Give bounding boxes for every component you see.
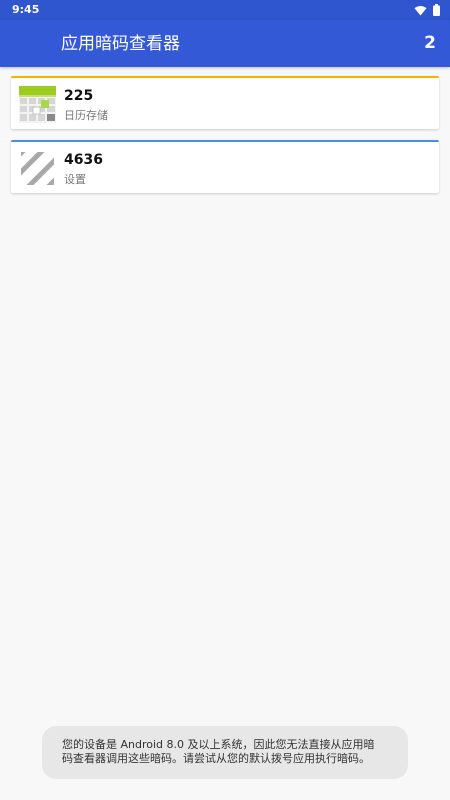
code-label: 设置 — [64, 173, 86, 186]
calendar-icon — [19, 86, 56, 123]
toast-message: 您的设备是 Android 8.0 及以上系统，因此您无法直接从应用暗 码查看器… — [42, 726, 408, 779]
status-icons — [414, 3, 440, 17]
code-card-calendar[interactable]: 225 日历存储 — [11, 76, 439, 129]
code-number: 4636 — [64, 152, 103, 168]
status-bar: 9:45 — [0, 0, 450, 20]
status-time: 9:45 — [12, 3, 40, 16]
wifi-icon — [414, 1, 427, 20]
battery-icon — [433, 1, 440, 20]
striped-placeholder-icon — [19, 150, 56, 187]
app-title: 应用暗码查看器 — [61, 34, 180, 54]
code-number: 225 — [64, 88, 94, 104]
code-card-settings[interactable]: 4636 设置 — [11, 140, 439, 193]
app-bar: 应用暗码查看器 2 — [0, 20, 450, 67]
toast-line: 码查看器调用这些暗码。请尝试从您的默认拨号应用执行暗码。 — [62, 752, 370, 765]
code-label: 日历存储 — [64, 109, 108, 122]
code-count: 2 — [424, 33, 436, 53]
toast-line: 您的设备是 Android 8.0 及以上系统，因此您无法直接从应用暗 — [62, 738, 375, 751]
